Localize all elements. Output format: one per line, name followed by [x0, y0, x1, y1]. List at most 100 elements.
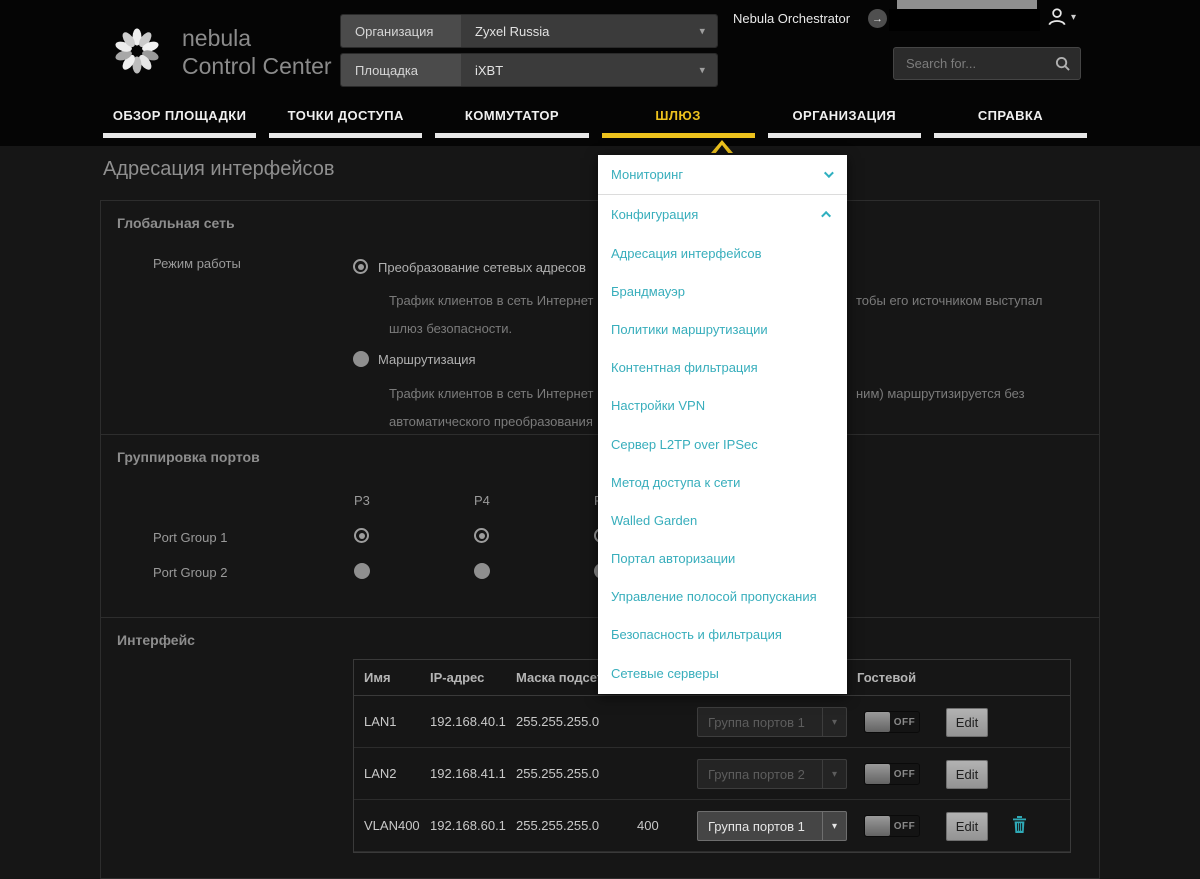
search-box	[893, 47, 1081, 80]
site-value: iXBT ▾	[461, 54, 717, 86]
chevron-down-icon	[823, 168, 834, 179]
cell-name: LAN2	[364, 766, 397, 781]
chevron-down-icon: ▾	[822, 760, 846, 788]
menu-item-l2tp-server[interactable]: Сервер L2TP over IPSec	[598, 425, 847, 463]
nat-description-line2: шлюз безопасности.	[389, 321, 513, 336]
pg1-p3-radio[interactable]	[354, 528, 369, 543]
menu-item-interface-addressing[interactable]: Адресация интерфейсов	[598, 234, 847, 272]
routing-description-line2: автоматического преобразования	[389, 414, 593, 429]
toggle-state: OFF	[893, 716, 916, 728]
edit-button[interactable]: Edit	[946, 812, 988, 841]
chevron-down-icon[interactable]: ▾	[1071, 12, 1076, 23]
menu-item-bandwidth-management[interactable]: Управление полосой пропускания	[598, 578, 847, 616]
cell-mask: 255.255.255.0	[516, 818, 600, 833]
port-group-1-label: Port Group 1	[153, 530, 228, 545]
menu-item-walled-garden[interactable]: Walled Garden	[598, 501, 847, 539]
cell-ip: 192.168.41.1	[430, 766, 506, 781]
nebula-logo-icon[interactable]	[112, 26, 162, 76]
user-account-icon[interactable]	[1046, 6, 1068, 28]
pg2-p4-radio[interactable]	[474, 563, 490, 579]
monitoring-label: Мониторинг	[611, 167, 684, 182]
guest-toggle[interactable]: OFF	[864, 763, 920, 785]
page-title: Адресация интерфейсов	[103, 158, 335, 180]
menu-item-captive-portal[interactable]: Портал авторизации	[598, 540, 847, 578]
toggle-state: OFF	[893, 820, 916, 832]
cell-ip: 192.168.60.1	[430, 818, 506, 833]
panel-title: Глобальная сеть	[117, 215, 235, 231]
tab-organization[interactable]: ОРГАНИЗАЦИЯ	[767, 106, 921, 138]
toggle-knob	[865, 764, 890, 784]
search-input[interactable]	[894, 56, 1055, 71]
panel-title: Интерфейс	[117, 632, 195, 648]
port-group-2-label: Port Group 2	[153, 565, 228, 580]
table-row: LAN1 192.168.40.1 255.255.255.0 Группа п…	[354, 696, 1070, 748]
organization-label: Организация	[341, 15, 461, 47]
nat-option-label: Преобразование сетевых адресов	[378, 260, 586, 275]
panel-title: Группировка портов	[117, 449, 260, 465]
tab-switch[interactable]: КОММУТАТОР	[435, 106, 589, 138]
menu-section-configuration[interactable]: Конфигурация	[598, 195, 847, 234]
brand-control-center: Control Center	[182, 53, 332, 79]
toggle-state: OFF	[893, 768, 916, 780]
cell-mask: 255.255.255.0	[516, 766, 600, 781]
brand-nebula: nebula	[182, 25, 252, 51]
menu-item-routing-policies[interactable]: Политики маршрутизации	[598, 310, 847, 348]
header-name: Имя	[364, 670, 391, 685]
orchestrator-label: Nebula Orchestrator	[733, 11, 851, 26]
mode-label: Режим работы	[153, 256, 241, 271]
organization-selector[interactable]: Организация Zyxel Russia ▾	[340, 14, 718, 48]
tab-site-overview[interactable]: ОБЗОР ПЛОЩАДКИ	[103, 106, 257, 138]
port-group-select[interactable]: Группа портов 1 ▾	[697, 811, 847, 841]
port-col-p4: P4	[474, 493, 490, 508]
routing-radio[interactable]	[353, 351, 369, 367]
trash-icon[interactable]	[1012, 816, 1027, 833]
organization-value: Zyxel Russia ▾	[461, 15, 717, 47]
pg1-p4-radio[interactable]	[474, 528, 489, 543]
cell-name: LAN1	[364, 714, 397, 729]
routing-description: Трафик клиентов в сеть Интернет	[389, 386, 594, 401]
nat-radio[interactable]	[353, 259, 368, 274]
menu-item-network-access-method[interactable]: Метод доступа к сети	[598, 463, 847, 501]
table-row: LAN2 192.168.41.1 255.255.255.0 Группа п…	[354, 748, 1070, 800]
port-col-p3: P3	[354, 493, 370, 508]
site-selector[interactable]: Площадка iXBT ▾	[340, 53, 718, 87]
chevron-down-icon: ▾	[822, 708, 846, 736]
port-group-select: Группа портов 2 ▾	[697, 759, 847, 789]
pg2-p3-radio[interactable]	[354, 563, 370, 579]
port-group-select: Группа портов 1 ▾	[697, 707, 847, 737]
header-mask: Маска подсети	[516, 670, 612, 685]
routing-option-label: Маршрутизация	[378, 352, 476, 367]
chevron-down-icon: ▾	[699, 24, 705, 38]
header-guest: Гостевой	[857, 670, 917, 685]
search-icon[interactable]	[1055, 56, 1070, 71]
menu-item-security-filtering[interactable]: Безопасность и фильтрация	[598, 616, 847, 654]
edit-button[interactable]: Edit	[946, 708, 988, 737]
main-nav: ОБЗОР ПЛОЩАДКИ ТОЧКИ ДОСТУПА КОММУТАТОР …	[103, 106, 1088, 138]
cell-name: VLAN400	[364, 818, 420, 833]
tab-gateway[interactable]: ШЛЮЗ	[601, 106, 755, 138]
table-row: VLAN400 192.168.60.1 255.255.255.0 400 Г…	[354, 800, 1070, 852]
menu-section-monitoring[interactable]: Мониторинг	[598, 155, 847, 194]
configuration-label: Конфигурация	[611, 207, 699, 222]
menu-item-network-servers[interactable]: Сетевые серверы	[598, 654, 847, 692]
nat-description-cont: тобы его источником выступал	[856, 293, 1043, 308]
menu-item-firewall[interactable]: Брандмауэр	[598, 272, 847, 310]
routing-description-cont: ним) маршрутизируется без	[856, 386, 1025, 401]
redacted-account-name	[889, 9, 1040, 31]
redacted-area-strip	[897, 0, 1037, 9]
menu-item-vpn-settings[interactable]: Настройки VPN	[598, 387, 847, 425]
edit-button[interactable]: Edit	[946, 760, 988, 789]
chevron-down-icon: ▾	[699, 63, 705, 77]
gateway-dropdown-menu: Мониторинг Конфигурация Адресация интерф…	[598, 155, 847, 695]
tab-help[interactable]: СПРАВКА	[933, 106, 1088, 138]
guest-toggle[interactable]: OFF	[864, 711, 920, 733]
site-label: Площадка	[341, 54, 461, 86]
cell-vlan: 400	[637, 818, 659, 833]
header-ip: IP-адрес	[430, 670, 485, 685]
tab-access-points[interactable]: ТОЧКИ ДОСТУПА	[269, 106, 423, 138]
orchestrator-switch-icon[interactable]: →	[868, 9, 887, 28]
guest-toggle[interactable]: OFF	[864, 815, 920, 837]
toggle-knob	[865, 816, 890, 836]
menu-item-content-filtering[interactable]: Контентная фильтрация	[598, 349, 847, 387]
chevron-up-icon	[821, 210, 832, 221]
